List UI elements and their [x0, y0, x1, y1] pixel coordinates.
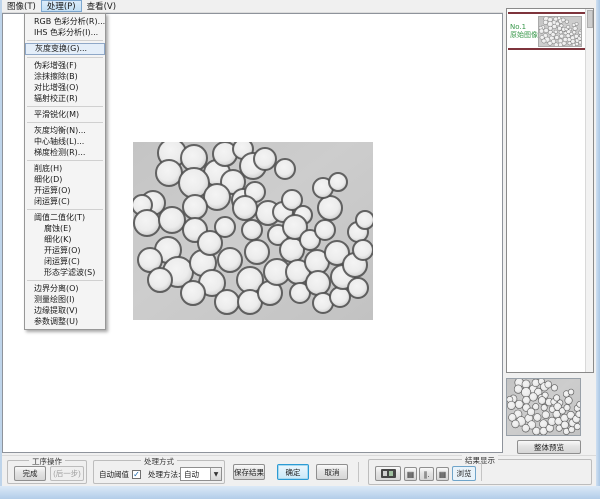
menu-item[interactable]: 辐射校正(R) [25, 93, 105, 104]
menu-item[interactable]: 平滑锐化(M) [25, 109, 105, 120]
menu-item[interactable]: 灰度变换(G)... [25, 43, 105, 55]
processing-method-group-label: 处理方式 [141, 456, 177, 467]
bottom-toolbar: 工序操作 完成 (后一步) 处理方式 自动阈值 ✓ 处理方法: 自动 ▼ 保存结… [0, 455, 600, 486]
menu-processing[interactable]: 处理(P) [41, 0, 82, 12]
micrograph-image [133, 142, 373, 320]
menu-item[interactable]: 对比增强(O) [25, 82, 105, 93]
menu-separator [27, 160, 103, 161]
menu-separator [27, 122, 103, 123]
list-item-label: No.1 原始图像 [508, 23, 538, 39]
menu-item[interactable]: 涂抹擦除(B) [25, 71, 105, 82]
grid-icon: ▦ [407, 470, 415, 479]
menu-item[interactable]: 形态学滤波(S) [25, 267, 105, 278]
menu-item[interactable]: 开运算(O) [25, 185, 105, 196]
save-result-button[interactable]: 保存结果 [233, 464, 265, 480]
menu-separator [27, 57, 103, 58]
overall-preview-button[interactable]: 整体预览 [517, 440, 581, 454]
film-button[interactable] [375, 466, 401, 481]
sidebar: No.1 原始图像 整体预览 [503, 0, 596, 455]
grid-toggle-right-button[interactable]: ▦ [436, 467, 449, 481]
list-item-name: 原始图像 [510, 31, 538, 39]
result-display-group: 结果显示 ▦ ∥. ▦ 浏览 [368, 459, 592, 485]
menu-item[interactable]: 边界分离(O) [25, 283, 105, 294]
chevron-down-icon[interactable]: ▼ [210, 468, 221, 480]
method-combobox[interactable]: 自动 ▼ [180, 467, 222, 481]
group-divider [481, 463, 482, 481]
menu-separator [27, 280, 103, 281]
auto-threshold-checkbox[interactable]: ✓ [132, 470, 141, 479]
menu-item[interactable]: 闭运算(C) [25, 196, 105, 207]
menu-item[interactable]: RGB 色彩分析(R)... [25, 16, 105, 27]
menu-separator [27, 209, 103, 210]
thumbnail-list[interactable]: No.1 原始图像 [506, 8, 594, 373]
list-item-number: No.1 [510, 23, 538, 31]
pause-button[interactable]: ∥. [419, 467, 434, 481]
menu-item[interactable]: 测量绘图(I) [25, 294, 105, 305]
step-operations-group: 工序操作 完成 (后一步) [7, 460, 87, 484]
next-step-button[interactable]: (后一步) [50, 466, 84, 481]
grid-toggle-left-button[interactable]: ▦ [404, 467, 417, 481]
menu-item[interactable]: IHS 色彩分析(I)... [25, 27, 105, 38]
auto-threshold-label: 自动阈值 [99, 469, 129, 480]
menu-item[interactable]: 细化(D) [25, 174, 105, 185]
processing-menu: RGB 色彩分析(R)...IHS 色彩分析(I)... 灰度变换(G)... 伪彩… [24, 13, 106, 330]
menu-item[interactable]: 开运算(O) [25, 245, 105, 256]
menu-item[interactable]: 边缘提取(V) [25, 305, 105, 316]
menu-view[interactable]: 查看(V) [82, 0, 121, 12]
toolbar-divider [358, 462, 359, 482]
method-label: 处理方法: [148, 469, 181, 480]
menu-item[interactable]: 参数调整(U) [25, 316, 105, 327]
window-frame-bottom [0, 486, 600, 499]
scrollbar-thumb[interactable] [587, 10, 593, 28]
window-frame-left [0, 0, 2, 486]
menu-item[interactable]: 腐蚀(E) [25, 223, 105, 234]
menu-image[interactable]: 图像(T) [2, 0, 41, 12]
browse-button[interactable]: 浏览 [452, 466, 476, 481]
method-combobox-value: 自动 [181, 469, 210, 480]
menu-item[interactable]: 中心轴线(L)... [25, 136, 105, 147]
menu-item[interactable]: 梯度检测(R)... [25, 147, 105, 158]
menu-item[interactable]: 细化(K) [25, 234, 105, 245]
finish-button[interactable]: 完成 [14, 466, 46, 481]
grid-icon: ▦ [439, 470, 447, 479]
cancel-button[interactable]: 取消 [316, 464, 348, 480]
window-frame-right [596, 0, 600, 486]
menu-item[interactable]: 伪彩增强(F) [25, 60, 105, 71]
list-item[interactable]: No.1 原始图像 [508, 12, 585, 50]
menu-item[interactable]: 闭运算(C) [25, 256, 105, 267]
menu-item[interactable]: 灰度均衡(N)... [25, 125, 105, 136]
list-scrollbar[interactable] [585, 9, 593, 372]
menu-item[interactable]: 阈值二值化(T) [25, 212, 105, 223]
preview-thumbnail[interactable] [506, 378, 581, 436]
processing-method-group: 处理方式 自动阈值 ✓ 处理方法: 自动 ▼ [93, 460, 225, 484]
auto-threshold-row: 自动阈值 ✓ 处理方法: [99, 469, 181, 480]
menu-separator [27, 106, 103, 107]
menu-item[interactable]: 削底(H) [25, 163, 105, 174]
menu-separator [27, 40, 103, 41]
list-item-thumbnail[interactable] [538, 16, 582, 47]
result-display-label: 结果显示 [462, 455, 498, 466]
film-icon [381, 469, 396, 478]
ok-button[interactable]: 确定 [277, 464, 309, 480]
